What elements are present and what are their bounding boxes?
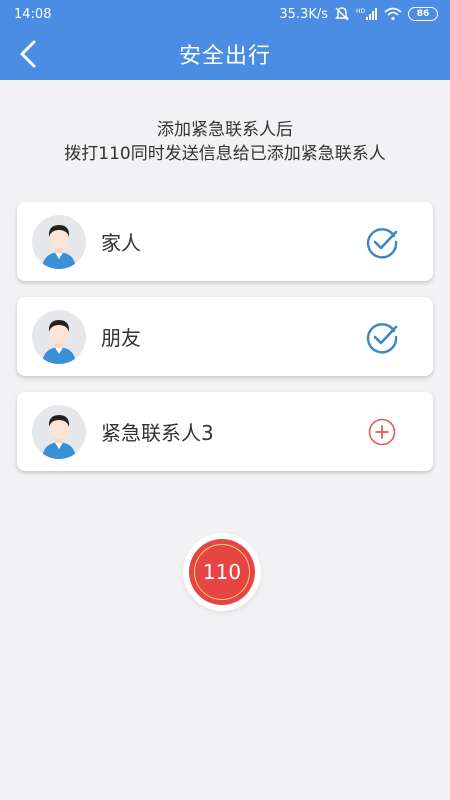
avatar	[32, 404, 86, 459]
contact-card-1[interactable]: 家人	[17, 202, 433, 281]
signal-icon: HD	[356, 7, 378, 21]
check-circle-icon[interactable]	[364, 224, 400, 260]
contact-name: 紧急联系人3	[101, 421, 214, 445]
chevron-left-icon	[20, 40, 36, 68]
contact-card-2[interactable]: 朋友	[17, 297, 433, 376]
status-time: 14:08	[14, 6, 52, 22]
intro-text: 添加紧急联系人后 拨打110同时发送信息给已添加紧急联系人	[0, 118, 450, 166]
contact-card-3[interactable]: 紧急联系人3	[17, 392, 433, 471]
mute-icon	[334, 7, 350, 21]
battery-icon: 86	[408, 7, 438, 21]
plus-circle-icon[interactable]	[364, 414, 400, 450]
person-avatar-icon	[42, 319, 76, 364]
contact-name: 朋友	[101, 326, 141, 350]
person-avatar-icon	[42, 224, 76, 269]
avatar	[32, 309, 86, 364]
network-speed: 35.3K/s	[279, 6, 328, 22]
call-button-label: 110	[202, 560, 242, 584]
app-bar: 安全出行	[0, 28, 450, 80]
avatar	[32, 214, 86, 269]
call-button-ring: 110	[194, 544, 250, 600]
status-right: 35.3K/s HD 86	[279, 7, 438, 22]
back-button[interactable]	[8, 34, 48, 74]
intro-line-2: 拨打110同时发送信息给已添加紧急联系人	[64, 144, 386, 164]
wifi-icon	[384, 7, 402, 21]
status-bar: 14:08 35.3K/s HD 86	[0, 0, 450, 28]
call-button-face: 110	[189, 539, 255, 605]
check-circle-icon[interactable]	[364, 319, 400, 355]
contact-name: 家人	[101, 231, 141, 255]
signal-badge: HD	[356, 8, 366, 15]
page-title: 安全出行	[178, 44, 271, 69]
intro-line-1: 添加紧急联系人后	[157, 120, 293, 140]
call-110-button[interactable]: 110	[183, 533, 261, 611]
person-avatar-icon	[42, 414, 76, 459]
